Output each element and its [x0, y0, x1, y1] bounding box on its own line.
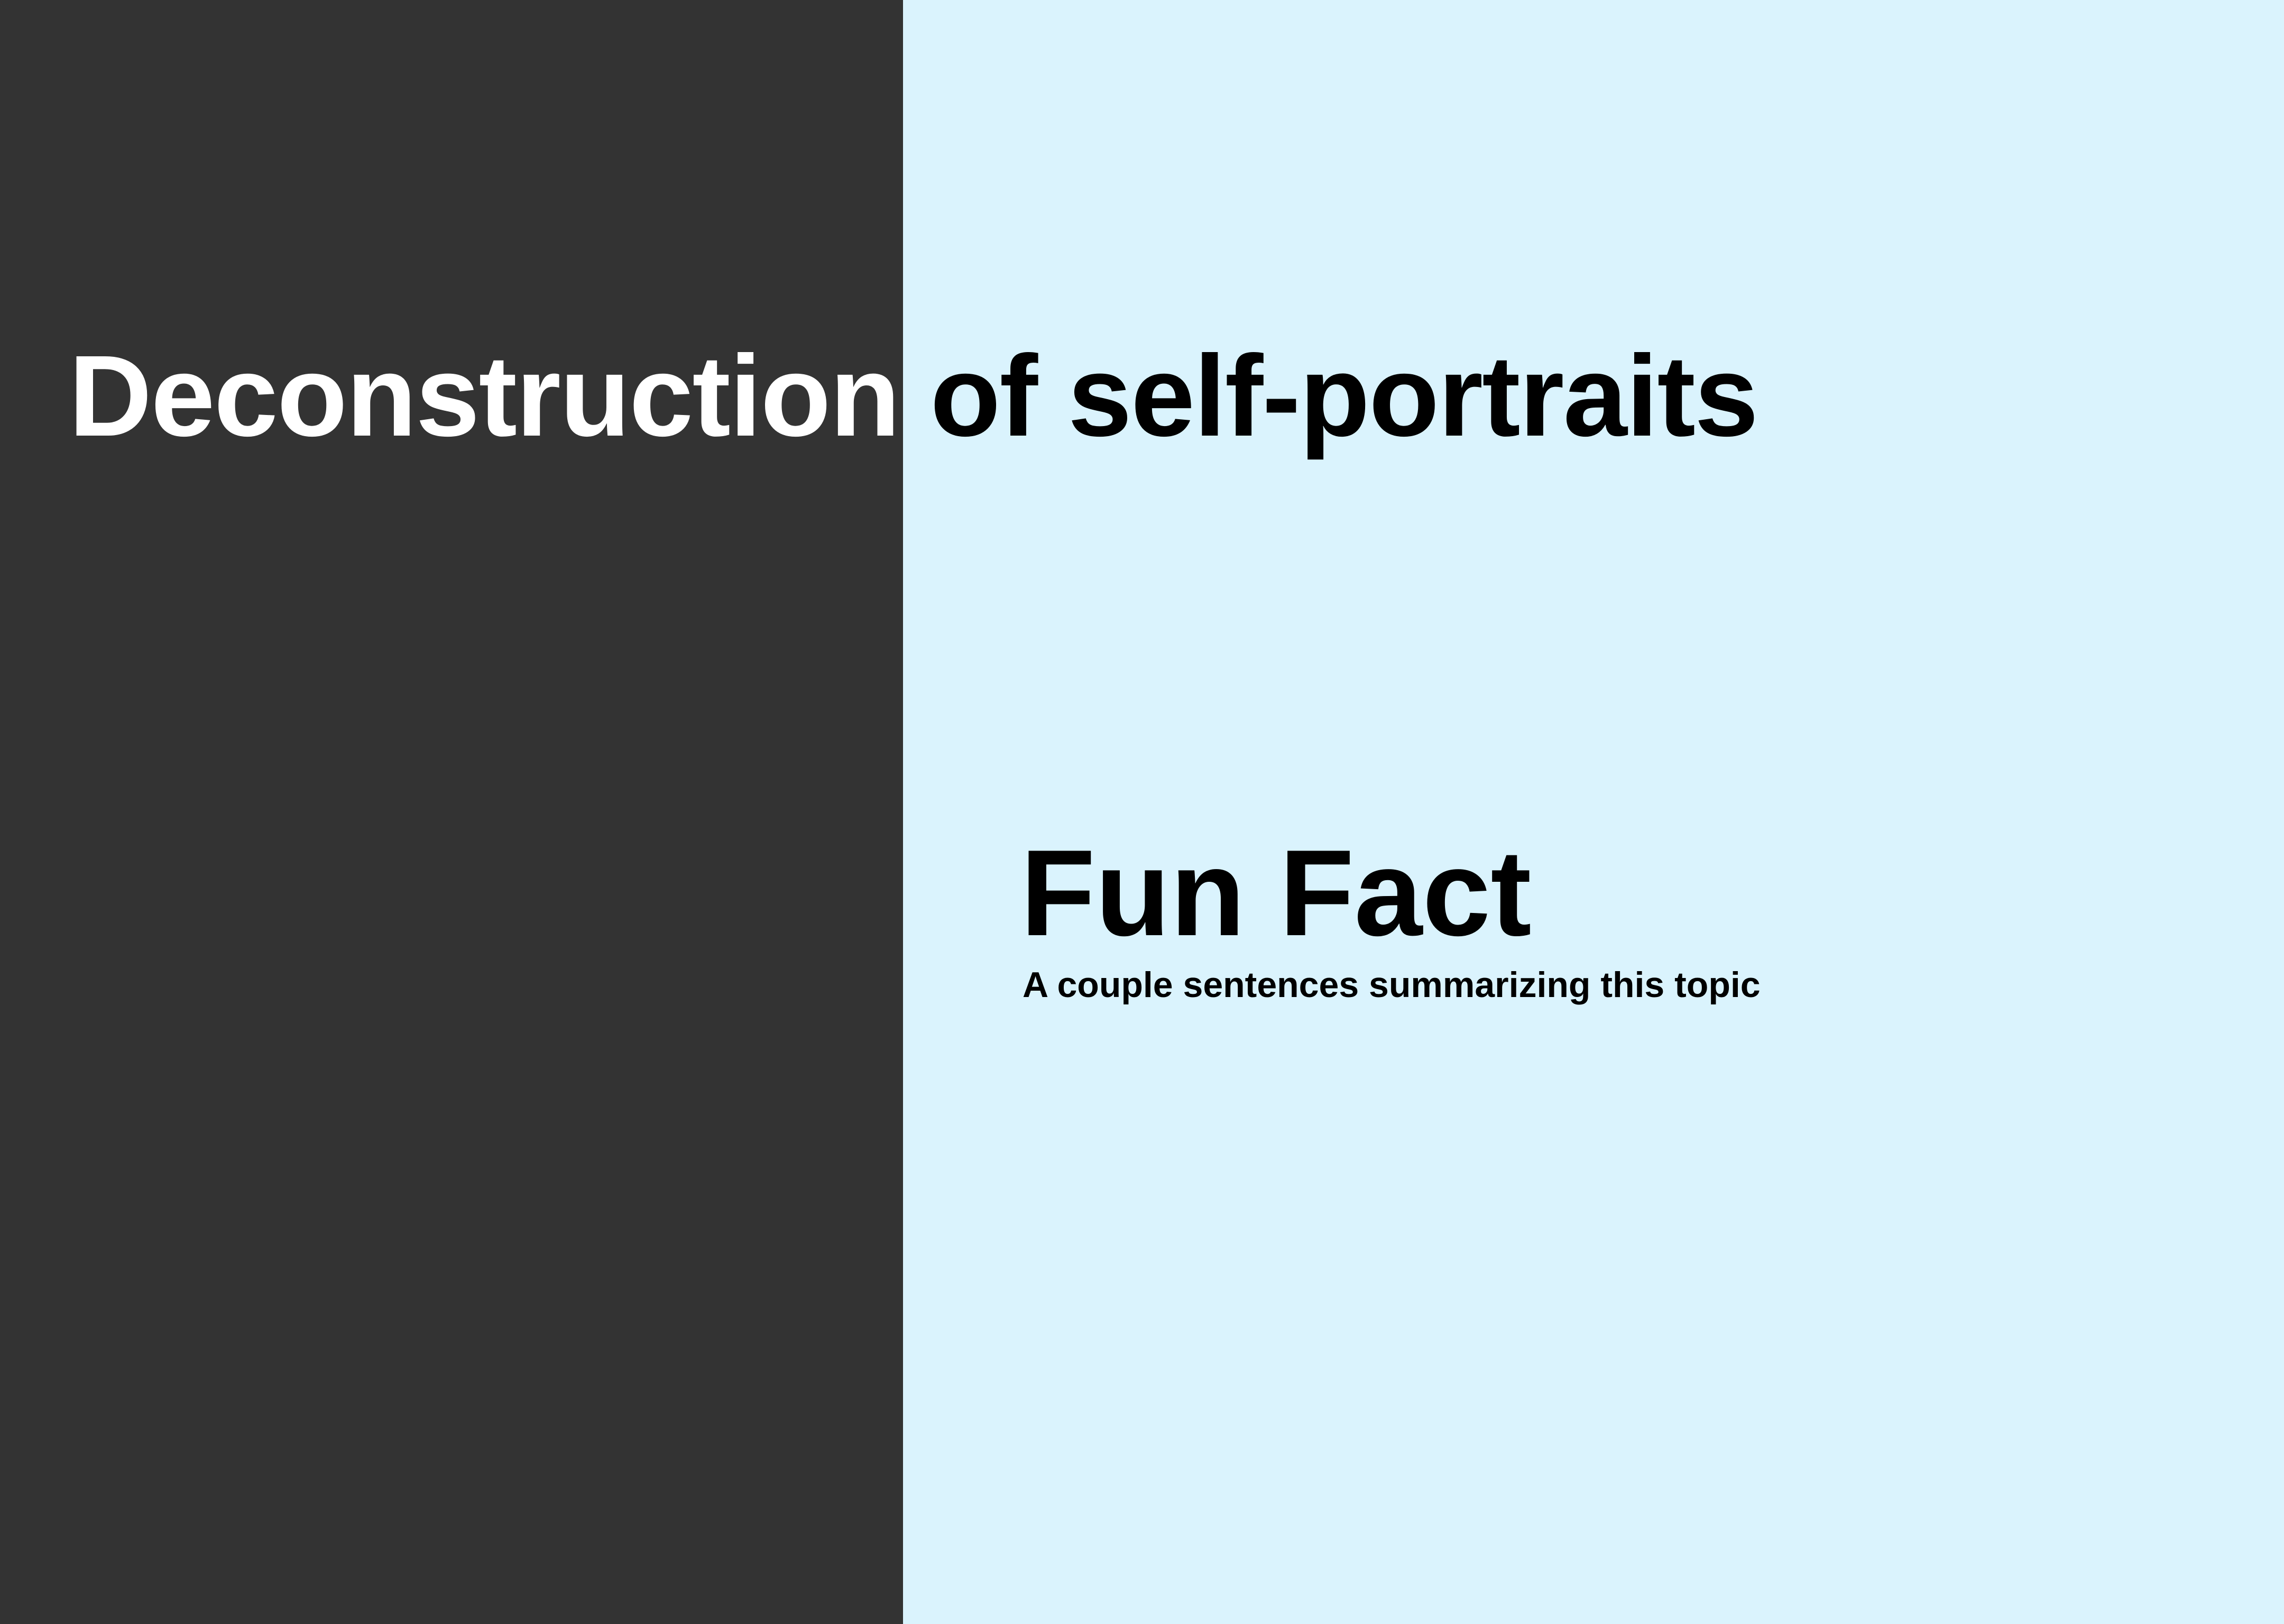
dark-side-panel [0, 0, 903, 1624]
fun-fact-summary: A couple sentences summarizing this topi… [1023, 965, 1761, 1005]
slide-title-light-portion: Deconstruction of self-portraits [903, 296, 2284, 497]
slide: Deconstruction of self-portraits Deconst… [0, 0, 2284, 1624]
light-content-panel [903, 0, 2284, 1624]
slide-title-dark-portion: Deconstruction of self-portraits [0, 296, 903, 497]
slide-title-overflow: Deconstruction of self-portraits [903, 332, 1758, 460]
slide-title: Deconstruction of self-portraits [69, 332, 903, 460]
fun-fact-heading: Fun Fact [1020, 825, 1532, 962]
